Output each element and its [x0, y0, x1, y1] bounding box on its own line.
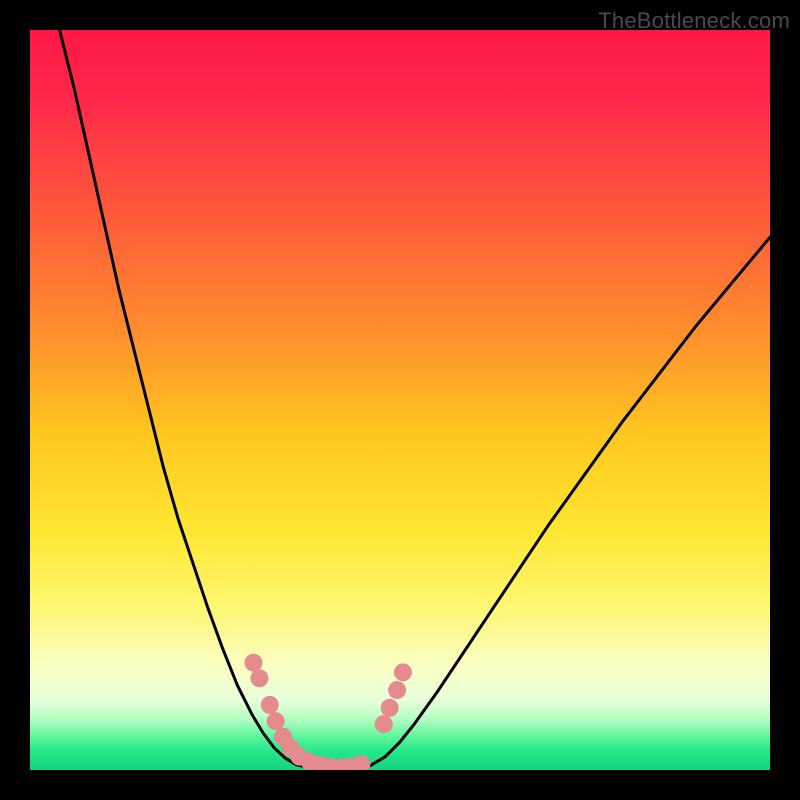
dots-left-point: [250, 669, 268, 687]
dots-right-point: [381, 699, 399, 717]
dots-left-point: [261, 696, 279, 714]
plot-area: [30, 30, 770, 770]
chart-svg: [30, 30, 770, 770]
dots-right-point: [394, 663, 412, 681]
watermark-text: TheBottleneck.com: [598, 8, 790, 34]
dots-left-point: [353, 755, 371, 770]
dots-right-point: [388, 681, 406, 699]
curve-right: [356, 237, 770, 769]
curve-left: [60, 30, 326, 769]
dots-left-point: [267, 712, 285, 730]
dots-right-point: [375, 715, 393, 733]
chart-frame: TheBottleneck.com: [0, 0, 800, 800]
dots-left-point: [244, 654, 262, 672]
